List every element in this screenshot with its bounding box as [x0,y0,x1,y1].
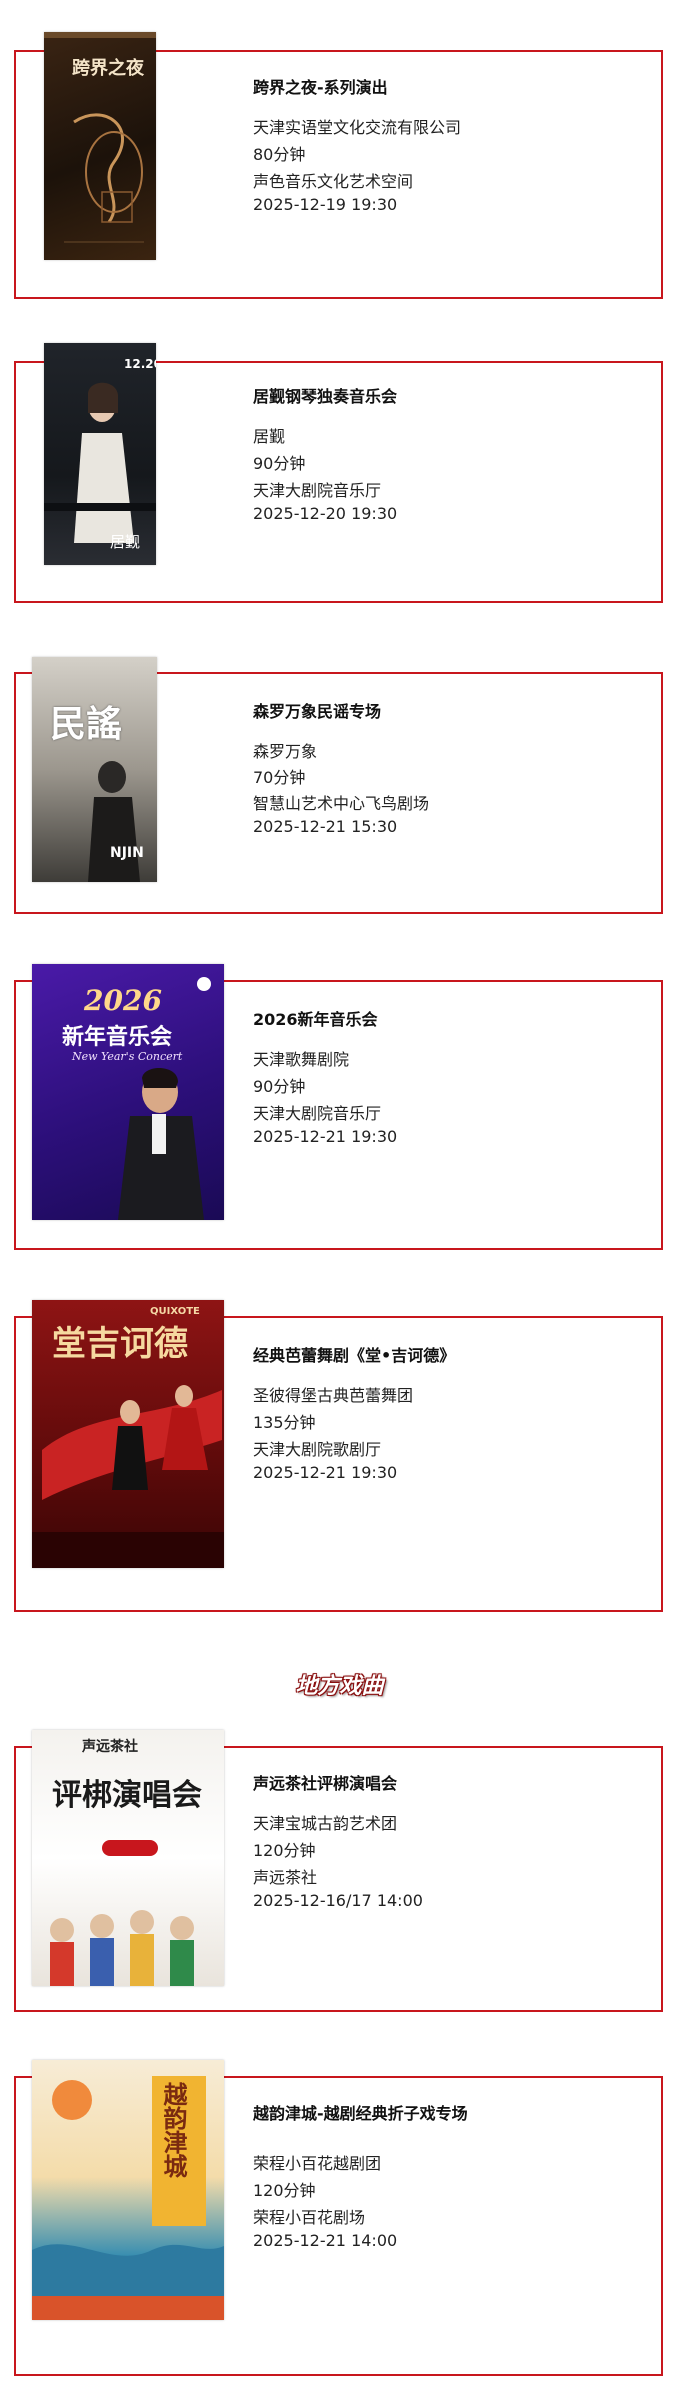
event-organizer: 森罗万象 [253,742,318,761]
event-venue: 声远茶社 [253,1868,318,1887]
event-info: 跨界之夜-系列演出 天津实语堂文化交流有限公司 80分钟 声色音乐文化艺术空间 … [253,74,673,234]
event-poster: 民謠 NJIN [32,657,157,882]
event-venue: 天津大剧院音乐厅 [253,481,382,500]
event-title[interactable]: 2026新年音乐会 [253,1006,378,1030]
event-title[interactable]: 声远茶社评梆演唱会 [253,1770,397,1794]
event-title[interactable]: 跨界之夜-系列演出 [253,74,388,98]
event-duration: 120分钟 [253,1841,316,1860]
event-venue: 天津大剧院歌剧厅 [253,1440,382,1459]
conductor-illustration [118,977,211,1220]
poster-subtext: NJIN [110,845,144,861]
event-duration: 70分钟 [253,768,306,787]
event-title[interactable]: 森罗万象民谣专场 [253,698,381,722]
event-duration: 90分钟 [253,1077,306,1096]
event-venue: 智慧山艺术中心飞鸟剧场 [253,794,430,813]
event-poster: 跨界之夜 [44,32,156,260]
event-organizer: 天津实语堂文化交流有限公司 [253,118,462,137]
ballet-illustration [32,1385,224,1568]
event-organizer: 荣程小百花越剧团 [253,2154,382,2173]
event-poster: 声远茶社 评梆演唱会 [32,1730,224,1986]
event-card[interactable]: 声远茶社 评梆演唱会 声远茶社评梆演唱会 天津宝城古韵艺术团 120分钟 声远茶… [14,1730,663,2012]
event-datetime: 2025-12-20 19:30 [253,504,398,523]
event-card[interactable]: 12.20 居觐 居觐钢琴独奏音乐会 居觐 90分钟 天津大剧院音乐厅 2025… [14,343,663,603]
poster-title: 越韵津城 [159,2082,188,2178]
event-title[interactable]: 经典芭蕾舞剧《堂•吉诃德》 [253,1342,455,1366]
event-poster: 12.20 居觐 [44,343,156,565]
event-duration: 80分钟 [253,145,306,164]
event-poster: 越韵津城 [32,2060,224,2320]
event-datetime: 2025-12-19 19:30 [253,195,398,214]
event-title[interactable]: 居觐钢琴独奏音乐会 [253,383,397,407]
event-card[interactable]: 越韵津城 越韵津城-越剧经典折子戏专场 荣程小百花越剧团 120分钟 荣程小百花… [14,2060,663,2376]
event-duration: 90分钟 [253,454,306,473]
opera-illustration [50,1840,194,1986]
event-datetime: 2025-12-16/17 14:00 [253,1891,423,1910]
event-venue: 声色音乐文化艺术空间 [253,172,414,191]
event-datetime: 2025-12-21 15:30 [253,817,398,836]
violin-illustration [64,113,144,243]
event-venue: 天津大剧院音乐厅 [253,1104,382,1123]
event-organizer: 圣彼得堡古典芭蕾舞团 [253,1386,414,1405]
poster-name: 居觐 [110,533,141,551]
event-info: 越韵津城-越剧经典折子戏专场 荣程小百花越剧团 120分钟 荣程小百花剧场 20… [253,2100,673,2260]
event-datetime: 2025-12-21 14:00 [253,2231,398,2250]
event-organizer: 天津宝城古韵艺术团 [253,1814,398,1833]
event-info: 声远茶社评梆演唱会 天津宝城古韵艺术团 120分钟 声远茶社 2025-12-1… [253,1770,673,1930]
section-title: 地方戏曲 [295,1674,384,1699]
event-card[interactable]: QUIXOTE 堂吉诃德 经典芭蕾舞剧《堂•吉诃德》 圣彼得堡古典芭蕾舞团 13… [14,1300,663,1612]
event-info: 2026新年音乐会 天津歌舞剧院 90分钟 天津大剧院音乐厅 2025-12-2… [253,1006,673,1166]
event-organizer: 天津歌舞剧院 [253,1050,350,1069]
event-info: 经典芭蕾舞剧《堂•吉诃德》 圣彼得堡古典芭蕾舞团 135分钟 天津大剧院歌剧厅 … [253,1342,673,1502]
event-duration: 135分钟 [253,1413,316,1432]
event-datetime: 2025-12-21 19:30 [253,1127,398,1146]
event-info: 森罗万象民谣专场 森罗万象 70分钟 智慧山艺术中心飞鸟剧场 2025-12-2… [253,698,673,858]
event-datetime: 2025-12-21 19:30 [253,1463,398,1482]
event-info: 居觐钢琴独奏音乐会 居觐 90分钟 天津大剧院音乐厅 2025-12-20 19… [253,383,673,543]
event-organizer: 居觐 [253,427,286,446]
event-card[interactable]: 2026 新年音乐会 New Year's Concert 2026新年音乐会 … [14,964,663,1250]
event-poster: 2026 新年音乐会 New Year's Concert [32,964,224,1220]
event-card[interactable]: 民謠 NJIN 森罗万象民谣专场 森罗万象 70分钟 智慧山艺术中心飞鸟剧场 2… [14,657,663,914]
event-poster: QUIXOTE 堂吉诃德 [32,1300,224,1568]
event-venue: 荣程小百花剧场 [253,2208,366,2227]
event-duration: 120分钟 [253,2181,316,2200]
event-title[interactable]: 越韵津城-越剧经典折子戏专场 [253,2100,468,2124]
wave-illustration [32,2076,224,2320]
event-card[interactable]: 跨界之夜 跨界之夜-系列演出 天津实语堂文化交流有限公司 80分钟 声色音乐文化… [14,32,663,299]
